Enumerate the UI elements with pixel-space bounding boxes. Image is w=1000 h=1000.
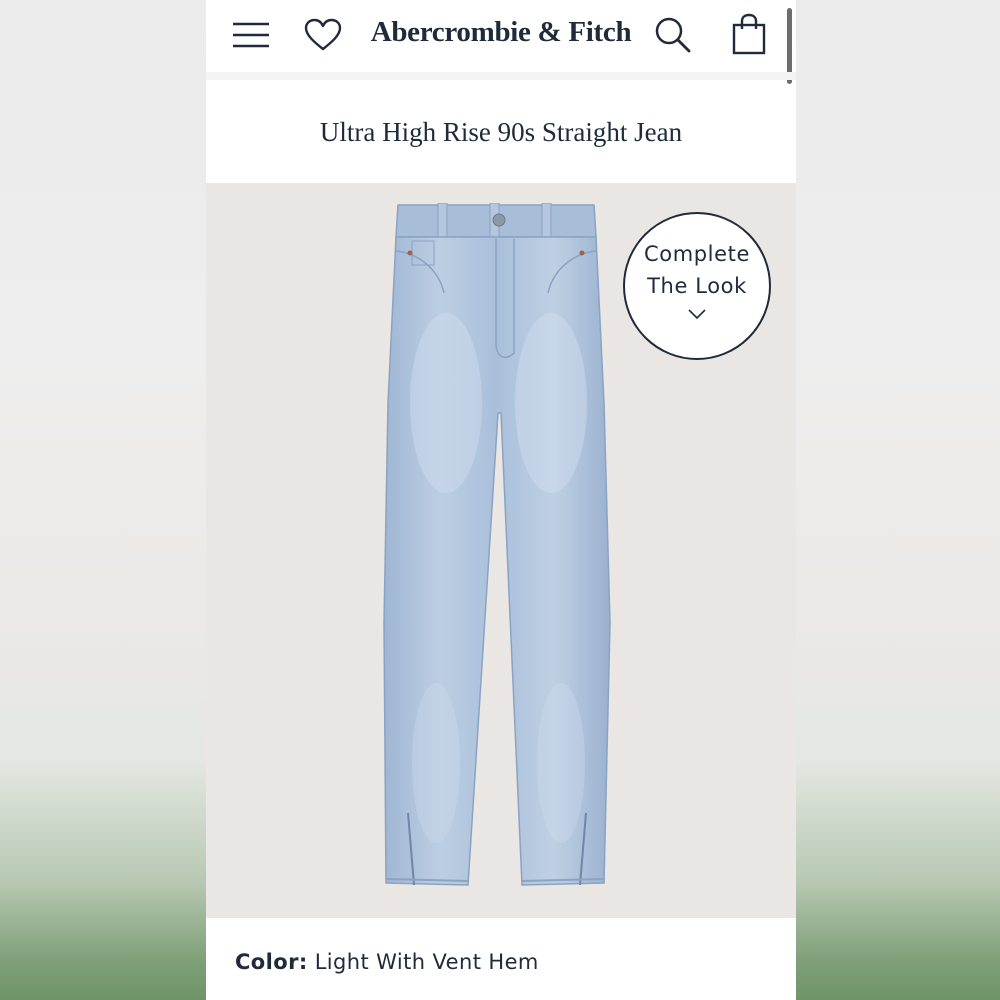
brand-logo[interactable]: Abercrombie & Fitch bbox=[356, 14, 646, 50]
site-header: Abercrombie & Fitch bbox=[206, 0, 796, 72]
product-image-area[interactable]: Complete The Look bbox=[206, 183, 796, 918]
background-left bbox=[0, 0, 206, 1000]
color-selection: Color: Light With Vent Hem bbox=[235, 950, 539, 974]
complete-the-look-button[interactable]: Complete The Look bbox=[623, 212, 771, 360]
hamburger-menu-icon bbox=[233, 22, 269, 48]
chevron-down-icon bbox=[688, 309, 706, 320]
heart-icon bbox=[304, 18, 342, 51]
search-button[interactable] bbox=[650, 14, 696, 56]
background-right bbox=[796, 0, 1000, 1000]
product-title: Ultra High Rise 90s Straight Jean bbox=[319, 117, 683, 147]
search-icon bbox=[655, 17, 691, 53]
header-divider bbox=[206, 72, 796, 80]
complete-the-look-label-line1: Complete bbox=[643, 242, 750, 266]
shopping-bag-icon bbox=[732, 13, 766, 55]
shopping-bag-button[interactable] bbox=[726, 12, 772, 56]
color-value: Light With Vent Hem bbox=[314, 950, 539, 974]
complete-the-look-label-line2: The Look bbox=[647, 274, 747, 298]
wishlist-button[interactable] bbox=[300, 14, 346, 56]
menu-button[interactable] bbox=[228, 14, 274, 56]
mobile-page: Abercrombie & Fitch Ultra High Rise 90s … bbox=[206, 0, 796, 1000]
color-label: Color: bbox=[235, 950, 308, 974]
product-image-jeans bbox=[383, 203, 611, 886]
